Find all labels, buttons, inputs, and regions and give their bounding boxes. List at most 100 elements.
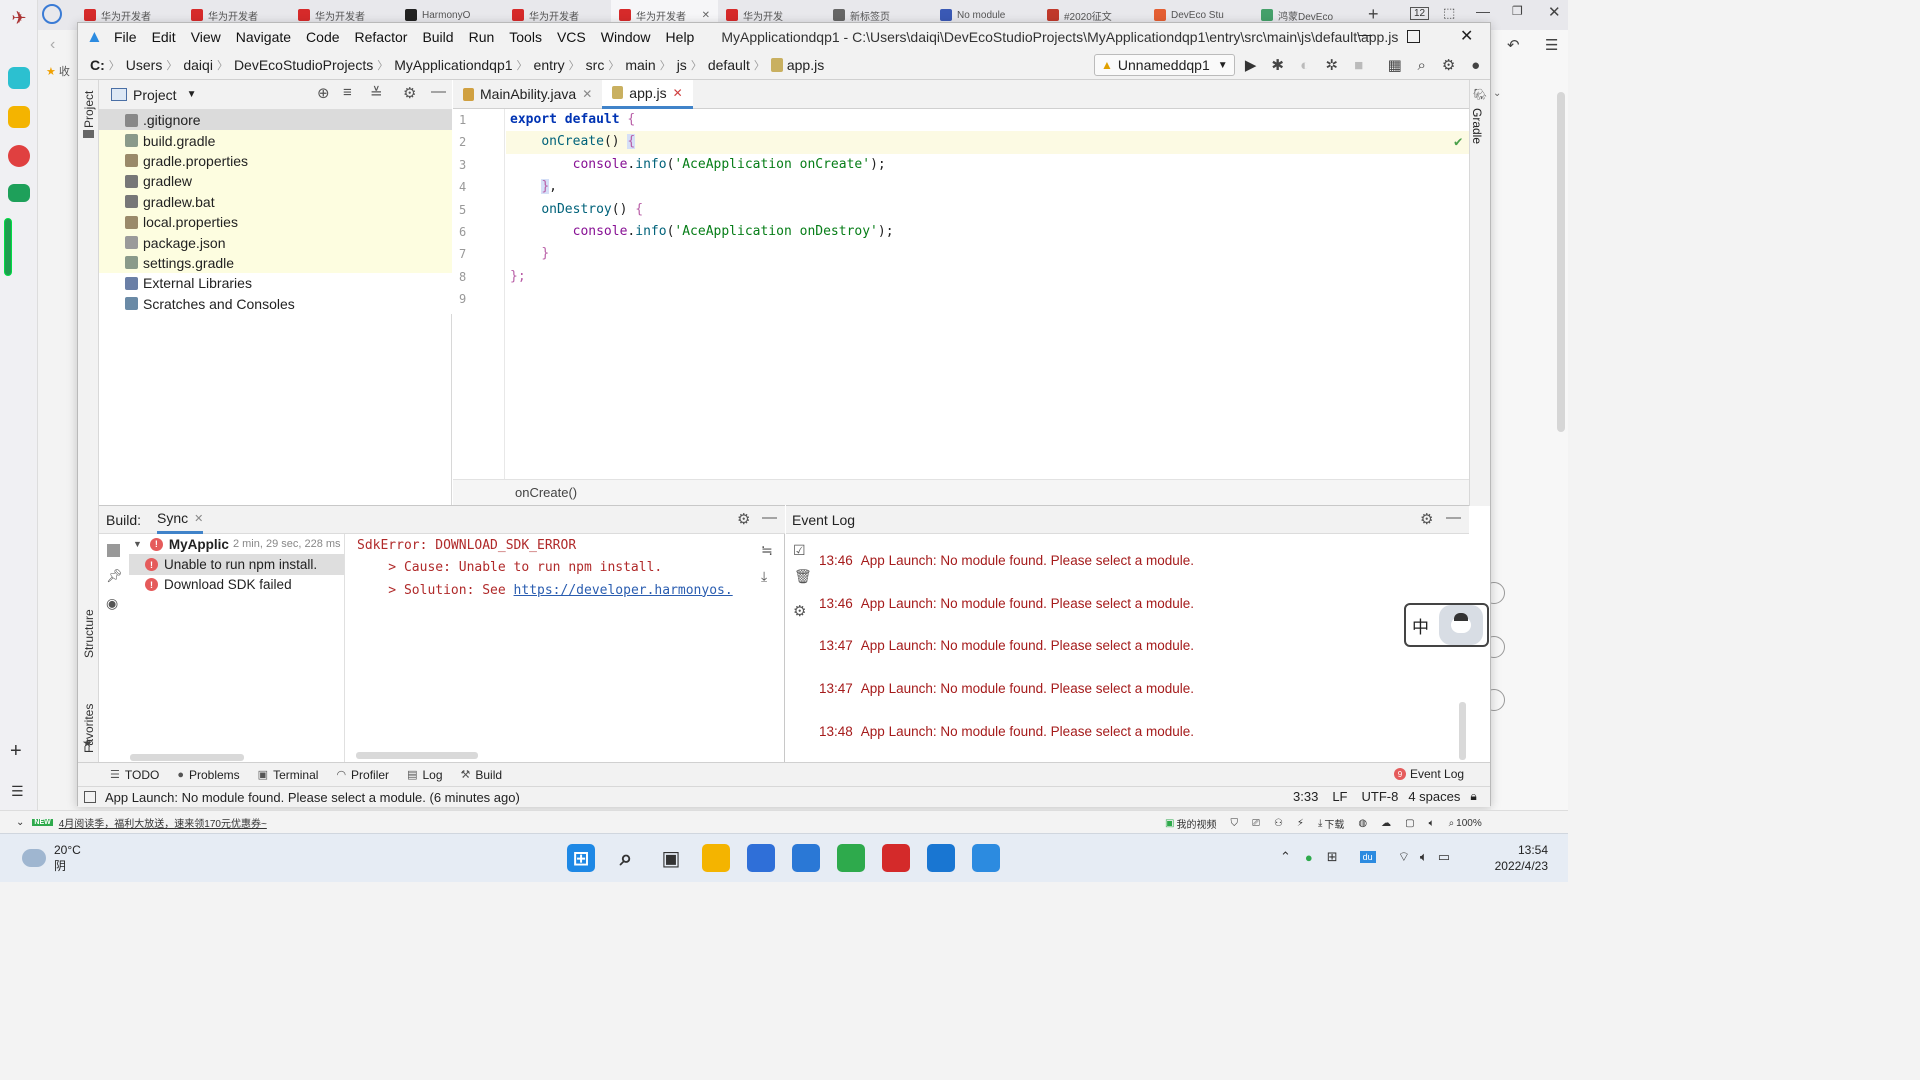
file-encoding[interactable]: UTF-8 [1361, 789, 1398, 804]
indent-setting[interactable]: 4 spaces [1408, 789, 1460, 804]
close-tab-icon[interactable]: ✕ [673, 86, 683, 100]
cloud-icon[interactable]: ☁ [1381, 818, 1391, 829]
status-panel-icon[interactable] [84, 791, 96, 803]
event-text[interactable]: App Launch: No module found. Please sele… [861, 681, 1194, 696]
breadcrumb-item[interactable]: js [677, 57, 687, 73]
compat-icon[interactable]: ◍ [1358, 818, 1367, 829]
project-tool-button[interactable]: Project [82, 91, 96, 128]
app-2-icon[interactable] [882, 844, 910, 872]
breadcrumb-item[interactable]: default [708, 57, 750, 73]
weather-widget[interactable]: 20°C 阴 [22, 842, 81, 874]
project-view-select[interactable]: Project ▼ [133, 87, 196, 103]
browser-back-icon[interactable]: ‹ [50, 36, 55, 54]
close-tab-icon[interactable]: ✕ [702, 10, 710, 21]
search-icon[interactable]: ⌕ [1411, 54, 1433, 76]
breadcrumb-item[interactable]: DevEcoStudioProjects [234, 57, 373, 73]
project-tree-item[interactable]: settings.gradle [99, 252, 452, 274]
project-structure-icon[interactable]: ▦ [1384, 54, 1406, 76]
project-tree-item[interactable]: gradlew [99, 171, 452, 192]
event-text[interactable]: App Launch: No module found. Please sele… [861, 553, 1194, 568]
code-editor[interactable]: ✔ export default { onCreate() { console.… [506, 109, 1469, 479]
run-icon[interactable]: ▶ [1240, 54, 1262, 76]
settings-icon[interactable]: ⚙ [1438, 54, 1460, 76]
menu-item-edit[interactable]: Edit [152, 29, 176, 45]
minimize-icon[interactable]: — [1358, 26, 1372, 42]
stop-build-icon[interactable] [107, 544, 120, 557]
sound-icon[interactable]: 🔈︎ [1429, 818, 1435, 829]
editor-tab[interactable]: MainAbility.java ✕ [453, 80, 602, 109]
event-settings-gear-icon[interactable]: ⚙ [793, 602, 806, 620]
breadcrumb-item[interactable]: app.js [787, 57, 824, 73]
volume-icon[interactable]: 🔈︎ [1420, 849, 1428, 865]
mail-icon[interactable] [792, 844, 820, 872]
add-app-icon[interactable] [8, 67, 30, 89]
hide-event-log-icon[interactable]: — [1446, 509, 1461, 526]
shield-icon[interactable]: ⛉ [1230, 818, 1238, 829]
stop-icon[interactable]: ■ [1348, 54, 1370, 76]
close-browser-icon[interactable]: ✕ [1548, 3, 1561, 21]
event-text[interactable]: App Launch: No module found. Please sele… [861, 724, 1194, 739]
menu-list-icon[interactable]: ☰ [11, 783, 24, 800]
breadcrumb-item[interactable]: MyApplicationdqp1 [394, 57, 512, 73]
event-log-tab[interactable]: 9 Event Log [1394, 767, 1464, 781]
wifi-icon[interactable]: ⌔ [1398, 849, 1410, 865]
structure-tool-button[interactable]: Structure [82, 609, 96, 658]
breadcrumb-item[interactable]: C: [90, 57, 105, 73]
project-tree-item[interactable]: gradlew.bat [99, 191, 452, 212]
menu-item-build[interactable]: Build [422, 29, 453, 45]
translate-icon[interactable]: ⚇ [1274, 818, 1283, 829]
event-log-scrollbar[interactable] [1459, 702, 1466, 760]
build-tree-item[interactable]: ! Download SDK failed [129, 575, 344, 595]
maximize-icon[interactable] [1407, 30, 1420, 43]
line-separator[interactable]: LF [1332, 789, 1347, 804]
project-tree-item[interactable]: build.gradle [99, 130, 452, 151]
build-output[interactable]: SdkError: DOWNLOAD_SDK_ERROR > Cause: Un… [346, 534, 757, 763]
cursor-position[interactable]: 3:33 [1293, 789, 1318, 804]
project-tree-item[interactable]: package.json [99, 232, 452, 253]
deveco-icon[interactable] [927, 844, 955, 872]
pin-icon[interactable]: 📌︎ [106, 568, 123, 584]
menu-item-file[interactable]: File [114, 29, 137, 45]
tab-count-badge[interactable]: 12 [1410, 7, 1430, 20]
tool-tab-todo[interactable]: ☰ TODO [110, 768, 159, 782]
project-tree-item[interactable]: Scratches and Consoles [99, 293, 452, 314]
project-tree-item[interactable]: gradle.properties [99, 150, 452, 172]
tab-sync[interactable]: Sync ✕ [157, 506, 204, 534]
chevron-up-icon[interactable]: ⌃ [1280, 849, 1291, 865]
window-icon[interactable]: ▢ [1405, 818, 1414, 829]
build-tree-item[interactable]: ▼! MyApplic 2 min, 29 sec, 228 ms [129, 534, 344, 554]
status-chevron-icon[interactable]: ⌄ [16, 817, 24, 828]
attach-debugger-icon[interactable]: ✲ [1321, 54, 1343, 76]
my-videos-link[interactable]: 我的视频 [1176, 816, 1216, 831]
favorites-star-icon[interactable] [8, 106, 30, 128]
deveco-2-icon[interactable] [972, 844, 1000, 872]
download-link[interactable]: 下载 [1324, 816, 1344, 831]
menu-item-window[interactable]: Window [601, 29, 651, 45]
expand-all-icon[interactable]: ≡ [343, 84, 352, 101]
browser-icon[interactable] [837, 844, 865, 872]
menu-item-vcs[interactable]: VCS [557, 29, 586, 45]
tool-tab-terminal[interactable]: ▣ Terminal [258, 768, 319, 782]
tool-tab-log[interactable]: ▤ Log [407, 768, 442, 782]
mail-icon[interactable] [8, 184, 30, 202]
browser-menu-icon[interactable]: ☰ [1545, 36, 1558, 54]
close-tab-icon[interactable]: ✕ [582, 87, 592, 101]
status-message[interactable]: App Launch: No module found. Please sele… [105, 790, 520, 805]
profile-icon[interactable]: ◐ [1294, 54, 1316, 76]
menu-item-code[interactable]: Code [306, 29, 339, 45]
start-icon[interactable]: ⊞ [567, 844, 595, 872]
file-explorer-icon[interactable] [702, 844, 730, 872]
locate-file-icon[interactable]: ⊕ [317, 84, 330, 102]
zoom-level[interactable]: 100% [1456, 818, 1482, 829]
speed-icon[interactable]: ⚡︎ [1297, 818, 1304, 829]
menu-item-help[interactable]: Help [666, 29, 695, 45]
minimize-browser-icon[interactable]: — [1476, 3, 1490, 19]
project-tree-item[interactable]: local.properties [99, 211, 452, 233]
build-settings-icon[interactable]: ⚙ [737, 510, 750, 528]
breadcrumb-item[interactable]: entry [534, 57, 565, 73]
output-hscrollbar[interactable] [356, 752, 478, 759]
add-icon[interactable]: + [10, 740, 22, 763]
menu-item-refactor[interactable]: Refactor [355, 29, 408, 45]
task-view-icon[interactable]: ▣ [657, 844, 685, 872]
editor-breadcrumb[interactable]: onCreate() [453, 479, 1469, 505]
